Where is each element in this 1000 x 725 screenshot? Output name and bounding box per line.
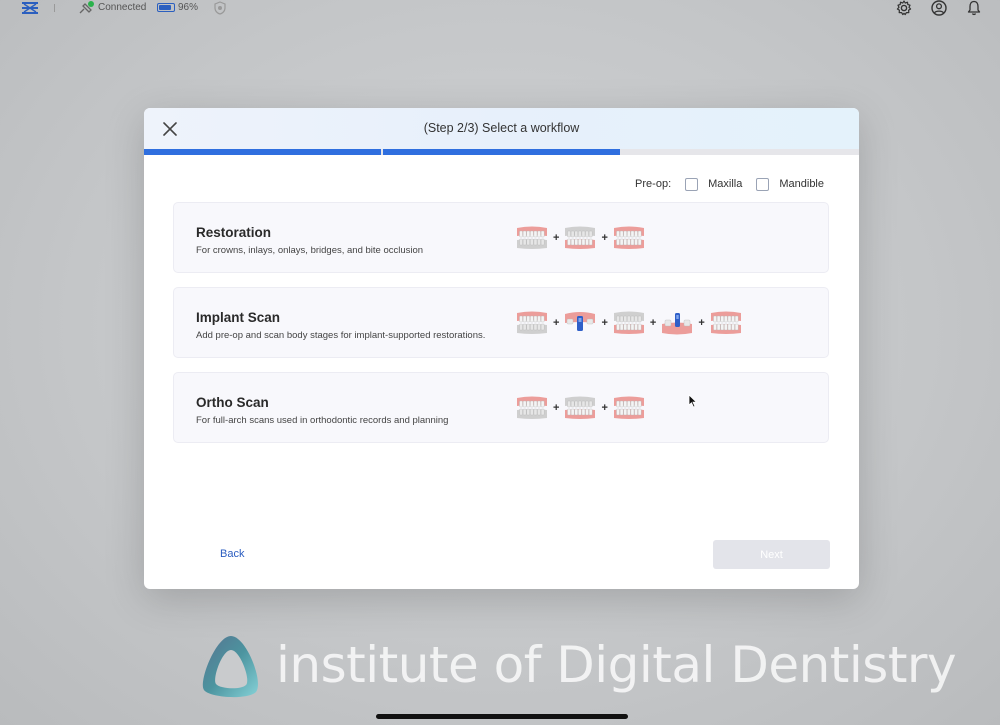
watermark: institute of Digital Dentistry bbox=[196, 632, 957, 704]
status-bar: Connected 96% bbox=[0, 0, 1000, 18]
workflow-card-implant-scan[interactable]: Implant Scan Add pre-op and scan body st… bbox=[173, 287, 829, 358]
lower-arch-icon bbox=[564, 395, 596, 421]
plus-sign: + bbox=[601, 402, 608, 414]
bell-icon[interactable] bbox=[966, 0, 982, 16]
progress-segment-2 bbox=[383, 149, 620, 155]
dialog-title: (Step 2/3) Select a workflow bbox=[423, 121, 580, 135]
workflow-description: For crowns, inlays, onlays, bridges, and… bbox=[196, 245, 424, 256]
maxilla-label[interactable]: Maxilla bbox=[708, 178, 742, 190]
plus-sign: + bbox=[698, 317, 705, 329]
plus-sign: + bbox=[553, 402, 560, 414]
workflow-description: For full-arch scans used in orthodontic … bbox=[196, 415, 449, 426]
workflow-stages: + + bbox=[516, 395, 645, 421]
plus-sign: + bbox=[601, 317, 608, 329]
shield-icon bbox=[214, 1, 226, 15]
back-button[interactable]: Back bbox=[220, 548, 244, 560]
step-progress-bar bbox=[144, 149, 859, 155]
plus-sign: + bbox=[553, 232, 560, 244]
workflow-card-ortho-scan[interactable]: Ortho Scan For full-arch scans used in o… bbox=[173, 372, 829, 443]
mandible-checkbox[interactable] bbox=[756, 177, 770, 191]
workflow-stages: + + bbox=[516, 225, 645, 251]
workflow-stages: + + + + bbox=[516, 310, 742, 336]
lower-arch-icon bbox=[564, 225, 596, 251]
bite-icon bbox=[613, 225, 645, 251]
upper-arch-icon bbox=[516, 395, 548, 421]
workflow-title: Restoration bbox=[196, 225, 272, 240]
battery-level-fill bbox=[159, 5, 171, 10]
connection-status: Connected bbox=[98, 2, 147, 13]
home-indicator[interactable] bbox=[376, 714, 628, 719]
battery-percent: 96% bbox=[178, 2, 199, 13]
plus-sign: + bbox=[601, 232, 608, 244]
maxilla-checkbox[interactable] bbox=[685, 177, 699, 191]
plus-sign: + bbox=[553, 317, 560, 329]
lower-arch-icon bbox=[613, 310, 645, 336]
plug-icon bbox=[79, 1, 94, 14]
workflow-title: Ortho Scan bbox=[196, 395, 269, 410]
battery-icon bbox=[157, 3, 175, 12]
workflow-card-restoration[interactable]: Restoration For crowns, inlays, onlays, … bbox=[173, 202, 829, 273]
preop-label: Pre-op: bbox=[635, 178, 672, 190]
app-logo-icon[interactable] bbox=[22, 2, 38, 14]
upper-arch-icon bbox=[516, 225, 548, 251]
workflow-title: Implant Scan bbox=[196, 310, 281, 325]
progress-segment-1 bbox=[144, 149, 381, 155]
implant-icon bbox=[661, 310, 693, 336]
status-divider bbox=[54, 4, 55, 12]
next-button[interactable]: Next bbox=[713, 540, 830, 569]
mouse-cursor-icon bbox=[688, 394, 698, 408]
bite-icon bbox=[613, 395, 645, 421]
plus-sign: + bbox=[649, 317, 657, 329]
user-icon[interactable] bbox=[931, 0, 947, 16]
bite-icon bbox=[710, 310, 742, 336]
scan-body-icon bbox=[564, 310, 596, 336]
dialog-header: (Step 2/3) Select a workflow bbox=[144, 108, 859, 149]
watermark-text: institute of Digital Dentistry bbox=[276, 636, 957, 694]
mandible-label[interactable]: Mandible bbox=[779, 178, 824, 190]
workflow-dialog: (Step 2/3) Select a workflow Pre-op: Max… bbox=[144, 108, 859, 589]
preop-selector: Pre-op: Maxilla Mandible bbox=[635, 175, 824, 193]
institute-logo-icon bbox=[202, 636, 258, 698]
upper-arch-icon bbox=[516, 310, 548, 336]
workflow-description: Add pre-op and scan body stages for impl… bbox=[196, 330, 486, 341]
gear-icon[interactable] bbox=[896, 0, 912, 16]
